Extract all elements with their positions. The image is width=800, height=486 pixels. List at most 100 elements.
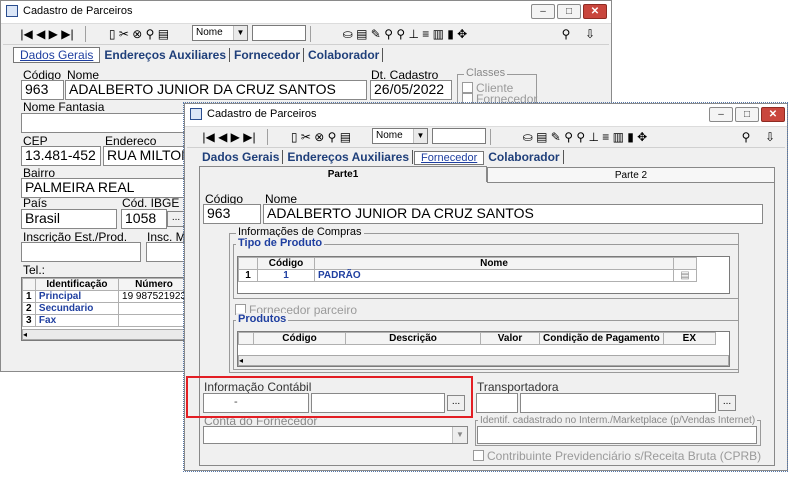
cep-field[interactable]: 13.481-452: [21, 146, 101, 166]
header-codigo: Código: [253, 332, 346, 345]
table-header: Identificação Número: [22, 278, 190, 291]
maximize-icon[interactable]: □: [557, 4, 581, 19]
ibge-lookup-button[interactable]: ...: [167, 211, 185, 227]
nome-field[interactable]: ADALBERTO JUNIOR DA CRUZ SANTOS: [65, 80, 367, 100]
front-window-title: Cadastro de Parceiros: [207, 108, 317, 120]
search-input[interactable]: [432, 128, 486, 144]
table-header: Código Nome: [238, 257, 697, 270]
exit-icon[interactable]: ⇩: [583, 26, 597, 42]
minimize-icon[interactable]: –: [531, 4, 555, 19]
nome-fantasia-field[interactable]: [21, 113, 191, 133]
table-row[interactable]: 2 Secundario: [22, 302, 190, 315]
table-header: Código Descrição Valor Condição de Pagament…: [238, 332, 717, 345]
header-ex: EX: [662, 332, 717, 345]
chevron-down-icon[interactable]: ▼: [413, 129, 427, 143]
tab-enderecos-auxiliares[interactable]: Endereços Auxiliares: [101, 48, 230, 62]
tipo-produto-grid[interactable]: Código Nome 1 1 PADRÃO ▤: [237, 256, 730, 294]
telefone-grid[interactable]: Identificação Número 1 Principal 19 9875219…: [21, 277, 191, 341]
highlight-box: [186, 376, 473, 418]
cod-ibge-field[interactable]: 1058: [121, 209, 167, 229]
header-condicao-pagamento: Condição de Pagamento: [539, 332, 664, 345]
header-valor: Valor: [480, 332, 540, 345]
close-icon[interactable]: ✕: [583, 4, 607, 19]
action-icons[interactable]: ⛀ ▤ ✎ ⚲ ⚲ ⊥ ≡ ▥ ▮ ✥: [495, 129, 675, 145]
front-titlebar: Cadastro de Parceiros – □ ✕: [185, 104, 787, 127]
tab-colaborador[interactable]: Colaborador: [485, 150, 564, 164]
close-icon[interactable]: ✕: [761, 107, 785, 122]
telefone-table: Identificação Número 1 Principal 19 9875219…: [22, 278, 190, 327]
cod-ibge-label: Cód. IBGE: [122, 196, 180, 210]
produtos-label: Produtos: [236, 313, 289, 325]
telefone-scrollbar[interactable]: ◂: [22, 329, 190, 340]
combo-value: Nome: [196, 27, 223, 38]
app-icon: [190, 108, 202, 120]
transportadora-label: Transportadora: [477, 380, 559, 394]
navigation-icons[interactable]: |◀ ◀ ▶ ▶|: [195, 129, 263, 145]
chevron-down-icon[interactable]: ▼: [452, 427, 467, 443]
header-nome: Nome: [314, 257, 674, 270]
row-edit-icon[interactable]: ▤: [673, 269, 697, 282]
action-icons[interactable]: ⛀ ▤ ✎ ⚲ ⚲ ⊥ ≡ ▥ ▮ ✥: [315, 26, 495, 42]
back-toolbar: |◀ ◀ ▶ ▶| ▯ ✂ ⊗ ⚲ ▤ Nome ▼ ⛀ ▤ ✎ ⚲ ⚲ ⊥ ≡ …: [3, 24, 609, 45]
app-icon: [6, 5, 18, 17]
search-field-combo[interactable]: Nome ▼: [372, 128, 428, 144]
toolbar-separator: [85, 26, 86, 42]
header-descricao: Descrição: [345, 332, 481, 345]
telefone-label: Tel.:: [23, 263, 46, 277]
front-toolbar: |◀ ◀ ▶ ▶| ▯ ✂ ⊗ ⚲ ▤ Nome ▼ ⛀ ▤ ✎ ⚲ ⚲ ⊥ ≡ …: [187, 127, 785, 148]
classes-label: Classes: [464, 67, 508, 79]
transportadora-lookup-button[interactable]: ...: [718, 395, 736, 411]
dt-cadastro-field[interactable]: 26/05/2022: [370, 80, 452, 100]
tab-dados-gerais[interactable]: Dados Gerais: [13, 47, 101, 63]
produtos-scrollbar[interactable]: ◂: [238, 355, 729, 366]
toolbar-separator: [267, 129, 268, 145]
minimize-icon[interactable]: –: [709, 107, 733, 122]
table-row[interactable]: 1 1 PADRÃO ▤: [238, 269, 697, 282]
transportadora-name-field[interactable]: [520, 393, 716, 413]
record-icons[interactable]: ▯ ✂ ⊗ ⚲ ▤: [273, 129, 369, 145]
classes-group: Classes Cliente Fornecedor: [457, 67, 537, 106]
tab-parte1[interactable]: Parte1: [199, 166, 487, 182]
toolbar-separator: [490, 129, 491, 145]
codigo-field[interactable]: 963: [203, 204, 261, 224]
user-icon[interactable]: ⚲: [739, 129, 753, 145]
table-row[interactable]: 1 Principal 19 987521923: [22, 290, 190, 303]
endereco-field[interactable]: RUA MILTON: [103, 146, 193, 166]
contribuinte-cprb-checkbox[interactable]: Contribuinte Previdenciário s/Receita Br…: [473, 449, 761, 463]
navigation-icons[interactable]: |◀ ◀ ▶ ▶|: [13, 26, 81, 42]
identif-marketplace-field[interactable]: [477, 426, 757, 444]
back-titlebar: Cadastro de Parceiros – □ ✕: [1, 1, 611, 24]
back-window-title: Cadastro de Parceiros: [23, 5, 133, 17]
search-field-combo[interactable]: Nome ▼: [192, 25, 248, 41]
chevron-down-icon[interactable]: ▼: [233, 26, 247, 40]
tab-dados-gerais[interactable]: Dados Gerais: [199, 150, 284, 164]
bairro-field[interactable]: PALMEIRA REAL: [21, 178, 191, 198]
tipo-produto-table: Código Nome 1 1 PADRÃO ▤: [238, 257, 697, 282]
inscricao-estadual-field[interactable]: [21, 242, 141, 262]
nome-fantasia-label: Nome Fantasia: [23, 100, 105, 114]
transportadora-code-field[interactable]: [476, 393, 518, 413]
tab-enderecos-auxiliares[interactable]: Endereços Auxiliares: [284, 150, 413, 164]
produtos-table: Código Descrição Valor Condição de Pagament…: [238, 332, 717, 345]
maximize-icon[interactable]: □: [735, 107, 759, 122]
tab-fornecedor[interactable]: Fornecedor: [231, 48, 305, 62]
table-row[interactable]: 3 Fax: [22, 314, 190, 327]
nome-field[interactable]: ADALBERTO JUNIOR DA CRUZ SANTOS: [263, 204, 763, 224]
tab-colaborador[interactable]: Colaborador: [305, 48, 384, 62]
record-icons[interactable]: ▯ ✂ ⊗ ⚲ ▤: [91, 26, 187, 42]
header-numero: Número: [118, 278, 190, 291]
codigo-field[interactable]: 963: [21, 80, 64, 100]
toolbar-separator: [310, 26, 311, 42]
exit-icon[interactable]: ⇩: [763, 129, 777, 145]
conta-fornecedor-select[interactable]: ▼: [203, 426, 468, 444]
tab-fornecedor[interactable]: Fornecedor: [414, 151, 485, 165]
tipo-produto-label: Tipo de Produto: [236, 237, 325, 249]
back-tab-bar: Dados Gerais Endereços Auxiliares Forneced…: [13, 47, 384, 63]
search-input[interactable]: [252, 25, 306, 41]
produtos-grid[interactable]: Código Descrição Valor Condição de Pagament…: [237, 331, 730, 367]
identif-marketplace-label: Identif. cadastrado no Interm./Marketpla…: [478, 415, 758, 426]
combo-value: Nome: [376, 130, 403, 141]
pais-label: País: [23, 196, 48, 210]
user-icon[interactable]: ⚲: [559, 26, 573, 42]
pais-field[interactable]: Brasil: [21, 209, 117, 229]
